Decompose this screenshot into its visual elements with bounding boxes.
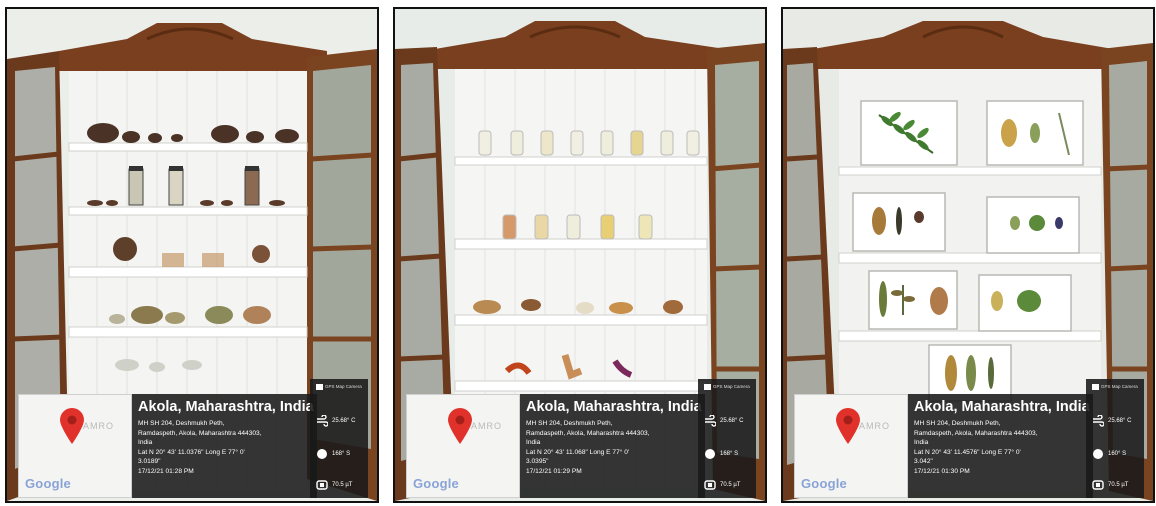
map-ghost-label: AMRO: [859, 421, 890, 431]
camera-tag: GPS Map Camera: [1092, 384, 1138, 390]
wind-icon: [1093, 415, 1104, 427]
map-pin-icon: [836, 408, 860, 444]
magnet-icon: [1092, 480, 1104, 490]
address-line-1: MH SH 204, Deshmukh Peth,: [138, 420, 225, 427]
humidity-value: 168° S: [720, 451, 739, 457]
place-title: Akola, Maharashtra, India: [138, 399, 314, 415]
wind-icon: [317, 415, 328, 427]
photo-panel-herbarium: AMRO Google Akola, Maharashtra, India MH…: [781, 7, 1155, 503]
map-thumbnail: AMRO Google: [794, 394, 908, 498]
magnetic-value: 70.5 µT: [1108, 482, 1129, 488]
humidity-row: 168° S: [704, 448, 738, 460]
weather-box: GPS Map Camera 25.68° C 168° S 70.5 µT: [310, 379, 368, 498]
magnetic-row: 70.5 µT: [316, 479, 352, 491]
google-logo: Google: [801, 476, 847, 491]
camera-tag-text: GPS Map Camera: [713, 384, 750, 390]
lat-long-cont: 3.042": [914, 458, 933, 466]
date-time: 17/12/21 01:30 PM: [914, 467, 970, 475]
map-ghost-label: AMRO: [83, 421, 114, 431]
lat-long: Lat N 20° 43' 11.0376" Long E 77° 0': [138, 448, 245, 456]
magnetic-row: 70.5 µT: [704, 479, 740, 491]
gps-info-box: Akola, Maharashtra, India MH SH 204, Des…: [908, 394, 1093, 498]
place-title: Akola, Maharashtra, India: [914, 399, 1090, 415]
photo-panel-minerals: AMRO Google Akola, Maharashtra, India MH…: [5, 7, 379, 503]
humidity-row: 160° S: [1092, 448, 1126, 460]
humidity-icon: [1093, 449, 1103, 459]
camera-tag-text: GPS Map Camera: [1101, 384, 1138, 390]
date-time: 17/12/21 01:29 PM: [526, 467, 582, 475]
map-thumbnail: AMRO Google: [406, 394, 520, 498]
magnetic-value: 70.5 µT: [332, 482, 353, 488]
lat-long-cont: 3.0395": [526, 458, 549, 466]
humidity-row: 168° S: [316, 448, 350, 460]
magnet-icon: [704, 480, 716, 490]
temperature-row: 25.68° C: [316, 415, 355, 427]
humidity-value: 168° S: [332, 451, 351, 457]
camera-tag: GPS Map Camera: [704, 384, 750, 390]
google-logo: Google: [25, 476, 71, 491]
temperature-value: 25.68° C: [720, 418, 744, 424]
lat-long: Lat N 20° 43' 11.068" Long E 77° 0': [526, 448, 630, 456]
address-line-3: India: [138, 439, 153, 447]
temperature-row: 25.68° C: [1092, 415, 1131, 427]
magnetic-row: 70.5 µT: [1092, 479, 1128, 491]
humidity-icon: [317, 449, 327, 459]
address-line-3: India: [526, 439, 541, 447]
wind-icon: [705, 415, 716, 427]
gps-info-box: Akola, Maharashtra, India MH SH 204, Des…: [520, 394, 705, 498]
camera-tag-text: GPS Map Camera: [325, 384, 362, 390]
gps-info-box: Akola, Maharashtra, India MH SH 204, Des…: [132, 394, 317, 498]
lat-long-cont: 3.0189": [138, 458, 161, 466]
map-pin-icon: [448, 408, 472, 444]
weather-box: GPS Map Camera 25.68° C 160° S 70.5 µT: [1086, 379, 1144, 498]
photo-panel-jars: AMRO Google Akola, Maharashtra, India MH…: [393, 7, 767, 503]
address-line-2: Ramdaspeth, Akola, Maharashtra 444303,: [138, 429, 262, 437]
map-ghost-label: AMRO: [471, 421, 502, 431]
address-line-2: Ramdaspeth, Akola, Maharashtra 444303,: [526, 429, 650, 437]
map-pin-icon: [60, 408, 84, 444]
humidity-icon: [705, 449, 715, 459]
temperature-value: 25.68° C: [332, 418, 356, 424]
photo-strip: AMRO Google Akola, Maharashtra, India MH…: [0, 0, 1156, 506]
weather-box: GPS Map Camera 25.68° C 168° S 70.5 µT: [698, 379, 756, 498]
google-logo: Google: [413, 476, 459, 491]
address-line-2: Ramdaspeth, Akola, Maharashtra 444303,: [914, 429, 1038, 437]
lat-long: Lat N 20° 43' 11.4576" Long E 77° 0': [914, 448, 1021, 456]
magnet-icon: [316, 480, 328, 490]
address-line-1: MH SH 204, Deshmukh Peth,: [914, 420, 1001, 427]
address-line-1: MH SH 204, Deshmukh Peth,: [526, 420, 613, 427]
humidity-value: 160° S: [1108, 451, 1127, 457]
magnetic-value: 70.5 µT: [720, 482, 741, 488]
address-line-3: India: [914, 439, 929, 447]
place-title: Akola, Maharashtra, India: [526, 399, 702, 415]
map-thumbnail: AMRO Google: [18, 394, 132, 498]
temperature-value: 25.68° C: [1108, 418, 1132, 424]
date-time: 17/12/21 01:28 PM: [138, 467, 194, 475]
camera-tag: GPS Map Camera: [316, 384, 362, 390]
temperature-row: 25.68° C: [704, 415, 743, 427]
